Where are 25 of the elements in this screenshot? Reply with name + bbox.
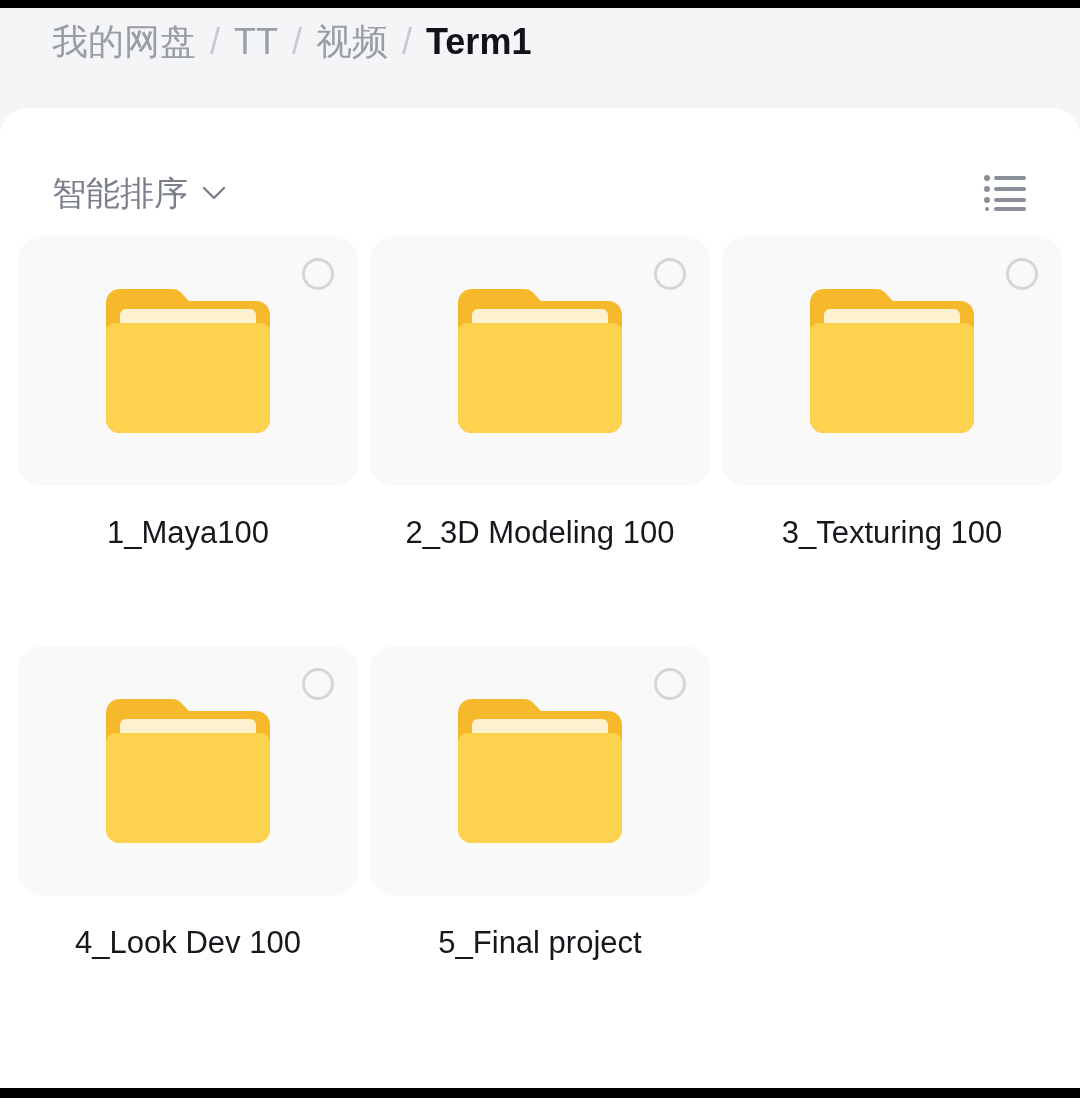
folder-tile[interactable]: [370, 236, 710, 486]
folder-name: 4_Look Dev 100: [74, 924, 302, 962]
folder-name: 5_Final project: [437, 924, 643, 962]
folder-tile[interactable]: [18, 646, 358, 896]
folder-icon: [458, 289, 622, 433]
folder-tile[interactable]: [370, 646, 710, 896]
folder-icon: [458, 699, 622, 843]
breadcrumb-item[interactable]: TT: [234, 20, 278, 64]
folder-icon: [106, 289, 270, 433]
list-view-icon[interactable]: [984, 175, 1026, 211]
folder-icon: [106, 699, 270, 843]
breadcrumb-separator: /: [292, 20, 302, 64]
sort-dropdown[interactable]: 智能排序: [52, 167, 226, 219]
folder-tile[interactable]: [722, 236, 1062, 486]
chevron-down-icon: [202, 186, 226, 200]
folder-name: 2_3D Modeling 100: [404, 514, 676, 552]
breadcrumb-item[interactable]: 视频: [316, 20, 388, 64]
folder-tile[interactable]: [18, 236, 358, 486]
breadcrumb-separator: /: [210, 20, 220, 64]
breadcrumb-item[interactable]: 我的网盘: [52, 20, 196, 64]
breadcrumb-separator: /: [402, 20, 413, 64]
folder-name: 1_Maya100: [106, 514, 270, 552]
breadcrumb-item[interactable]: Term1: [426, 20, 532, 64]
folder-name: 3_Texturing 100: [780, 514, 1004, 552]
folder-icon: [810, 289, 974, 433]
